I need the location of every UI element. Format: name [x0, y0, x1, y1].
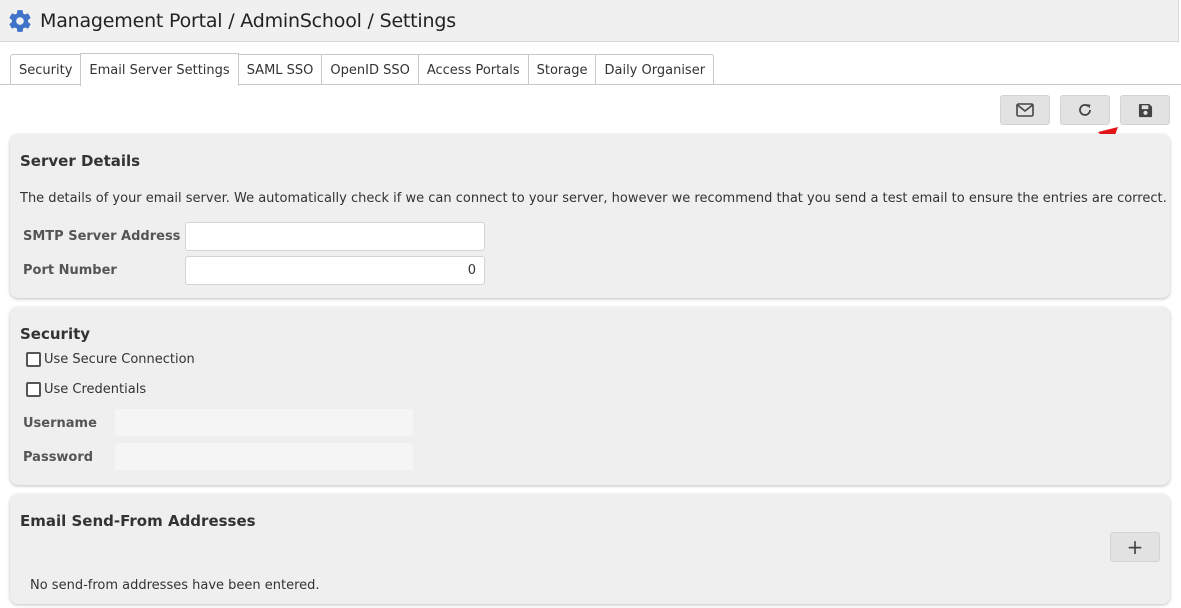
- secure-connection-row[interactable]: Use Secure Connection: [26, 352, 195, 367]
- port-number-input[interactable]: [185, 256, 485, 285]
- password-label: Password: [23, 450, 94, 465]
- refresh-icon: [1077, 102, 1093, 118]
- tab-saml-sso[interactable]: SAML SSO: [237, 54, 323, 85]
- security-panel: Security Use Secure Connection Use Crede…: [10, 307, 1170, 485]
- tab-daily-organiser[interactable]: Daily Organiser: [595, 54, 715, 85]
- add-address-button[interactable]: +: [1110, 532, 1160, 562]
- page-title: Management Portal / AdminSchool / Settin…: [40, 9, 456, 32]
- use-credentials-row[interactable]: Use Credentials: [26, 382, 146, 397]
- server-details-description: The details of your email server. We aut…: [20, 191, 1167, 206]
- title-bar: Management Portal / AdminSchool / Settin…: [0, 0, 1179, 42]
- tab-access-portals[interactable]: Access Portals: [417, 54, 529, 85]
- security-heading: Security: [20, 325, 91, 343]
- server-details-heading: Server Details: [20, 152, 141, 170]
- tab-openid-sso[interactable]: OpenID SSO: [321, 54, 419, 85]
- empty-addresses-message: No send-from addresses have been entered…: [30, 578, 320, 593]
- tab-email-server-settings[interactable]: Email Server Settings: [80, 53, 239, 86]
- send-test-email-button[interactable]: [1000, 95, 1050, 125]
- smtp-server-label: SMTP Server Address: [23, 229, 181, 244]
- save-icon: [1138, 103, 1153, 118]
- send-from-panel: Email Send-From Addresses + No send-from…: [10, 494, 1170, 604]
- envelope-icon: [1016, 103, 1034, 117]
- save-button[interactable]: [1120, 95, 1170, 125]
- use-credentials-label: Use Credentials: [44, 382, 147, 397]
- gear-icon: [7, 8, 33, 34]
- port-number-label: Port Number: [23, 263, 117, 278]
- secure-connection-checkbox[interactable]: [26, 352, 41, 367]
- server-details-panel: Server Details The details of your email…: [10, 134, 1170, 298]
- refresh-button[interactable]: [1060, 95, 1110, 125]
- password-input[interactable]: [114, 442, 414, 471]
- username-input[interactable]: [114, 408, 414, 437]
- username-label: Username: [23, 416, 97, 431]
- tab-security[interactable]: Security: [10, 54, 82, 85]
- secure-connection-label: Use Secure Connection: [44, 352, 195, 367]
- smtp-server-input[interactable]: [185, 222, 485, 251]
- tab-storage[interactable]: Storage: [527, 54, 597, 85]
- use-credentials-checkbox[interactable]: [26, 382, 41, 397]
- send-from-heading: Email Send-From Addresses: [20, 512, 256, 530]
- settings-tabs: Security Email Server Settings SAML SSO …: [10, 53, 715, 86]
